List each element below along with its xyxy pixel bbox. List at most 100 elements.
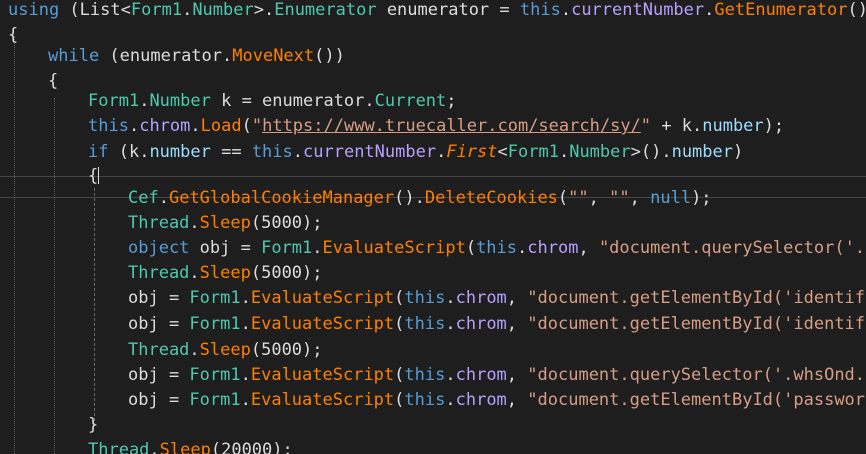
code-token: (5000); bbox=[250, 263, 323, 283]
code-line[interactable]: Cef.GetGlobalCookieManager().DeleteCooki… bbox=[128, 186, 712, 211]
code-line[interactable]: } bbox=[88, 413, 98, 438]
code-line[interactable]: { bbox=[8, 23, 18, 48]
code-token: this bbox=[404, 390, 446, 410]
code-token: EvaluateScript bbox=[250, 390, 395, 410]
code-token: chrom bbox=[455, 390, 507, 410]
code-token: "document.querySelector('.si bbox=[598, 238, 866, 258]
code-token: , bbox=[578, 238, 599, 258]
code-line[interactable]: object obj = Form1.EvaluateScript(this.c… bbox=[128, 236, 866, 261]
code-token: , bbox=[506, 365, 528, 385]
code-token: enumerator = bbox=[376, 0, 520, 20]
code-line[interactable]: { bbox=[48, 69, 58, 94]
code-token: Cef bbox=[128, 188, 159, 208]
code-token: ()) bbox=[847, 0, 866, 20]
code-token: Form1 bbox=[189, 288, 241, 308]
code-token: (enumerator. bbox=[99, 46, 233, 66]
code-token: number bbox=[149, 142, 211, 162]
code-line[interactable]: { bbox=[88, 164, 100, 189]
code-token: (5000); bbox=[250, 213, 323, 233]
code-token: . bbox=[149, 440, 160, 454]
code-token: (20000); bbox=[210, 440, 293, 454]
code-token: . bbox=[189, 213, 200, 233]
code-token: == bbox=[210, 142, 252, 162]
code-token: , bbox=[506, 288, 528, 308]
code-token: this bbox=[476, 238, 518, 258]
code-token: GetEnumerator bbox=[714, 0, 848, 20]
code-token: obj = bbox=[189, 238, 262, 258]
code-token: ( bbox=[59, 0, 80, 20]
code-token: < bbox=[120, 0, 131, 20]
code-line[interactable]: Thread.Sleep(5000); bbox=[128, 338, 323, 363]
code-token: Thread bbox=[128, 340, 190, 360]
code-token: + k. bbox=[651, 116, 703, 136]
code-token: EvaluateScript bbox=[250, 314, 395, 334]
code-token: . bbox=[190, 116, 201, 136]
code-token: while bbox=[48, 46, 100, 66]
code-token: , bbox=[506, 390, 528, 410]
code-token: EvaluateScript bbox=[250, 365, 395, 385]
code-token: . bbox=[292, 142, 304, 162]
code-token: First bbox=[446, 142, 498, 162]
code-line[interactable]: obj = Form1.EvaluateScript(this.chrom, "… bbox=[128, 388, 866, 413]
code-token: number bbox=[671, 142, 733, 162]
code-line[interactable]: this.chrom.Load("https://www.truecaller.… bbox=[88, 114, 784, 139]
code-token: List bbox=[79, 0, 121, 20]
code-token: (k. bbox=[108, 142, 150, 162]
code-token: ( bbox=[557, 188, 569, 208]
code-token: Form1 bbox=[88, 91, 140, 111]
code-token: Load bbox=[200, 116, 242, 136]
code-token: . bbox=[240, 288, 251, 308]
code-token: obj = bbox=[128, 314, 190, 334]
code-token: GetGlobalCookieManager bbox=[168, 188, 395, 208]
code-token: . bbox=[558, 142, 570, 162]
code-token: this bbox=[251, 142, 293, 162]
code-token: . bbox=[517, 238, 528, 258]
code-token: >(). bbox=[630, 142, 672, 162]
code-token: . bbox=[704, 0, 715, 20]
code-line[interactable]: while (enumerator.MoveNext()) bbox=[48, 44, 345, 69]
code-token: Form1 bbox=[189, 314, 241, 334]
code-token: this bbox=[404, 314, 446, 334]
code-token: ; bbox=[446, 91, 457, 111]
code-token: number bbox=[702, 116, 764, 136]
code-token: ()) bbox=[314, 46, 345, 66]
code-token: . bbox=[189, 340, 200, 360]
code-token: "" bbox=[568, 188, 589, 208]
code-token: chrom bbox=[455, 314, 507, 334]
code-token: , bbox=[588, 188, 610, 208]
code-token: Enumerator bbox=[274, 0, 377, 20]
code-token: "document.getElementById('identifie bbox=[527, 288, 866, 308]
code-token: obj = bbox=[128, 288, 190, 308]
code-token: } bbox=[88, 415, 99, 435]
code-token: Form1 bbox=[261, 238, 313, 258]
code-token: " bbox=[251, 116, 263, 136]
indent-guide bbox=[54, 98, 55, 454]
code-line[interactable]: Thread.Sleep(5000); bbox=[128, 211, 323, 236]
text-caret bbox=[98, 167, 100, 184]
code-token: chrom bbox=[527, 238, 579, 258]
code-token: Current bbox=[374, 91, 447, 111]
code-line[interactable]: if (k.number == this.currentNumber.First… bbox=[88, 140, 743, 165]
code-line[interactable]: using (List<Form1.Number>.Enumerator enu… bbox=[8, 0, 866, 23]
code-token: "" bbox=[609, 188, 630, 208]
code-editor[interactable]: using (List<Form1.Number>.Enumerator enu… bbox=[0, 0, 866, 454]
code-token: ( bbox=[241, 116, 252, 136]
code-token: . bbox=[128, 116, 140, 136]
code-token: this bbox=[404, 288, 446, 308]
code-token: Number bbox=[192, 0, 254, 20]
code-token: object bbox=[128, 238, 190, 258]
code-token: . bbox=[189, 263, 200, 283]
code-token: { bbox=[48, 71, 59, 91]
code-line[interactable]: obj = Form1.EvaluateScript(this.chrom, "… bbox=[128, 286, 866, 311]
indent-guide bbox=[14, 36, 15, 454]
code-line[interactable]: Form1.Number k = enumerator.Current; bbox=[88, 89, 457, 114]
code-token: ) bbox=[733, 142, 744, 162]
code-token: Number bbox=[149, 91, 211, 111]
code-token: chrom bbox=[455, 365, 507, 385]
code-line[interactable]: Thread.Sleep(5000); bbox=[128, 261, 323, 286]
code-line[interactable]: Thread.Sleep(20000); bbox=[88, 438, 293, 454]
code-line[interactable]: obj = Form1.EvaluateScript(this.chrom, "… bbox=[128, 363, 866, 388]
code-line[interactable]: obj = Form1.EvaluateScript(this.chrom, "… bbox=[128, 312, 866, 337]
code-token: . bbox=[240, 390, 251, 410]
code-token: DeleteCookies bbox=[424, 188, 558, 208]
